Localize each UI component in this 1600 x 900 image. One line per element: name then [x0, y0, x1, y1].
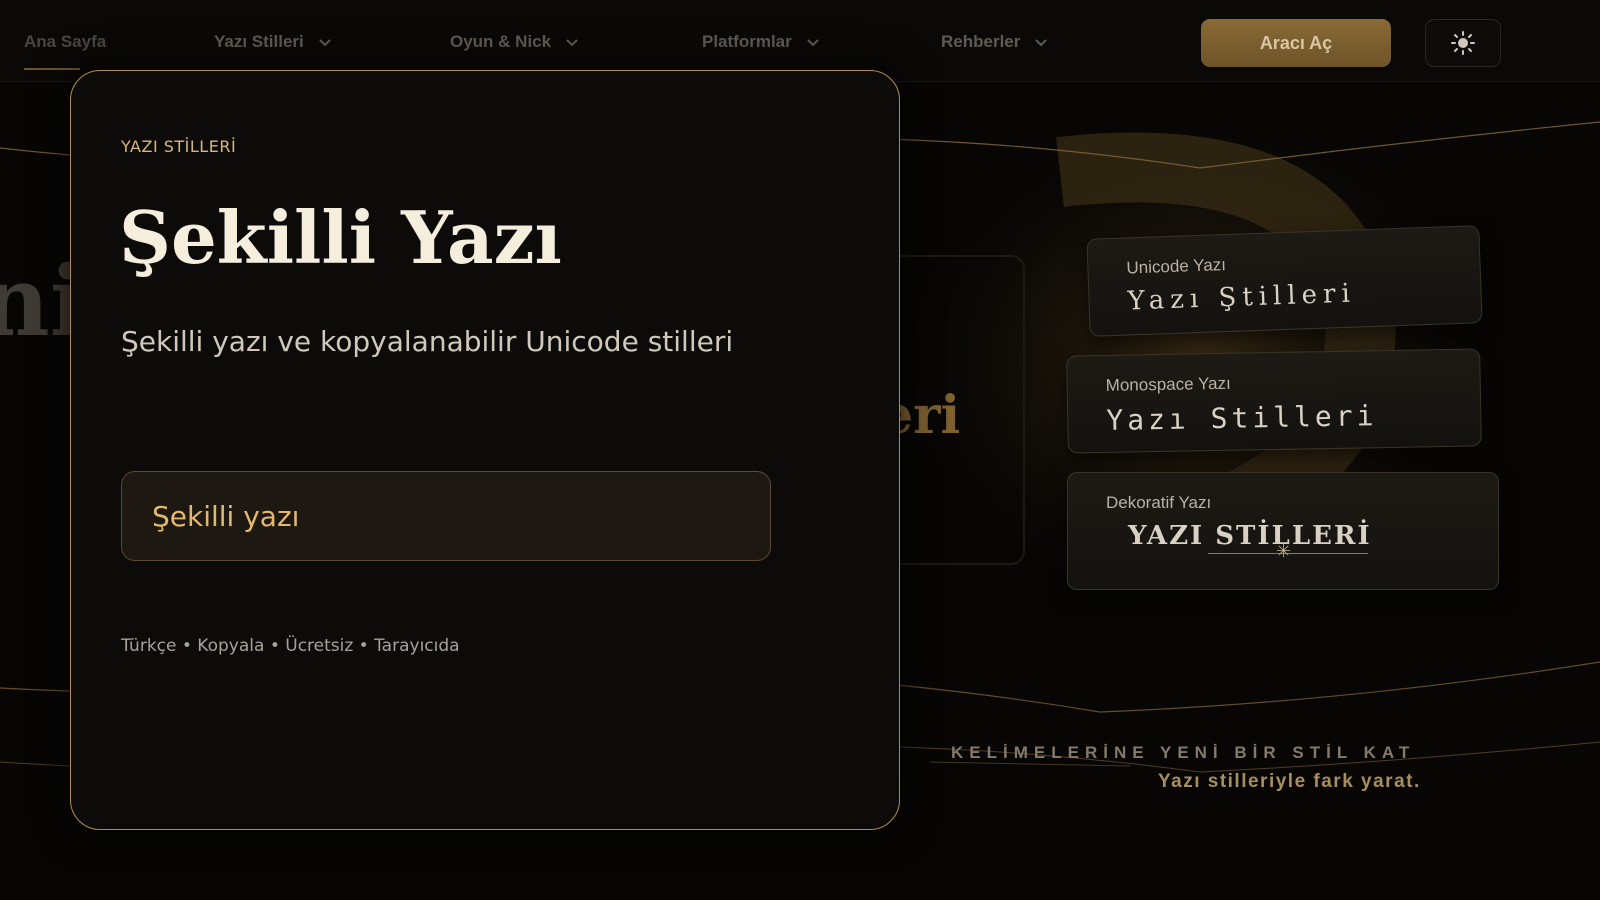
nav-active-indicator: [24, 68, 80, 70]
chevron-down-icon: [566, 39, 578, 47]
open-tool-button[interactable]: Aracı Aç: [1201, 19, 1391, 67]
nav-item-platformlar[interactable]: Platformlar: [702, 32, 820, 52]
nav-item-yazi-stilleri[interactable]: Yazı Stilleri: [214, 32, 332, 52]
chevron-down-icon: [1035, 39, 1048, 47]
nav-item-rehberler[interactable]: Rehberler: [941, 32, 1048, 52]
style-card-sample: YAZI STİLLERİ: [1128, 521, 1372, 551]
style-card-sample: Yazı Ştilleri: [1127, 278, 1357, 317]
style-card-sample: Yazı Stilleri: [1106, 399, 1378, 437]
nav-item-label: Ana Sayfa: [24, 32, 107, 51]
chevron-down-icon: [319, 39, 331, 47]
theme-toggle-button[interactable]: [1425, 19, 1501, 67]
nav-item-label: Oyun & Nick: [450, 32, 552, 51]
tool-modal: YAZI STİLLERİ Şekilli Yazı Şekilli yazı …: [70, 70, 900, 830]
nav-item-label: Yazı Stilleri: [214, 32, 304, 51]
feature-list: Türkçe • Kopyala • Ücretsiz • Tarayıcıda: [121, 636, 460, 656]
style-card-label: Monospace Yazı: [1105, 373, 1231, 395]
text-input-container: [121, 471, 771, 561]
nav-item-ana-sayfa[interactable]: Ana Sayfa: [24, 32, 106, 52]
page-title: Şekilli Yazı: [119, 195, 562, 280]
sun-icon: [1451, 31, 1475, 55]
nav-item-label: Platformlar: [702, 32, 792, 51]
nav-item-oyun-nick[interactable]: Oyun & Nick: [450, 32, 579, 52]
style-card-unicode: Unicode Yazı Yazı Ştilleri: [1086, 225, 1483, 337]
style-card-label: Dekoratif Yazı: [1106, 493, 1212, 512]
hero-tagline: KELİMELERİNE YENİ BİR STİL KAT: [951, 743, 1416, 762]
ornament-star-icon: ✳: [1276, 541, 1292, 562]
chevron-down-icon: [807, 39, 819, 47]
style-card-monospace: Monospace Yazı Yazı Stilleri: [1066, 348, 1482, 454]
style-card-decorative: Dekoratif Yazı YAZI STİLLERİ ✳: [1067, 472, 1499, 590]
modal-eyebrow: YAZI STİLLERİ: [121, 137, 237, 156]
hero-tagline-sub: Yazı stilleriyle fark yarat.: [1158, 771, 1421, 792]
page-subtitle: Şekilli yazı ve kopyalanabilir Unicode s…: [121, 325, 734, 358]
nav-item-label: Rehberler: [941, 32, 1021, 51]
style-card-label: Unicode Yazı: [1126, 255, 1227, 278]
text-input[interactable]: [152, 499, 770, 533]
